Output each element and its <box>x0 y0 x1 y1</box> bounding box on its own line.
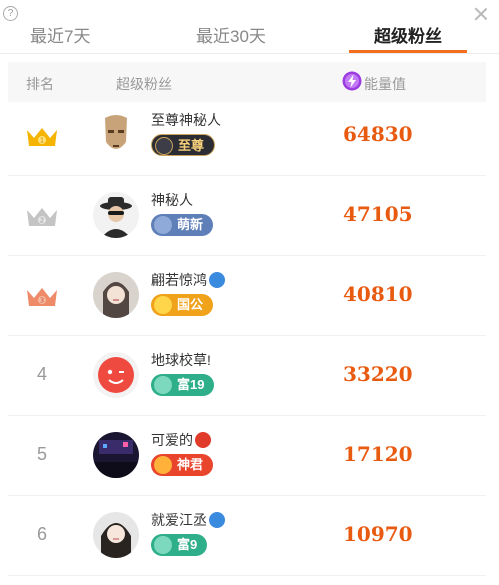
badge-label: 萌新 <box>177 217 204 232</box>
active-tab-indicator <box>349 50 467 53</box>
level-badge: 至尊 <box>151 134 216 156</box>
badge-label: 国公 <box>177 297 204 312</box>
tab-7-days[interactable]: 最近7天 <box>30 22 90 47</box>
bronze-crown-icon: 3 <box>27 288 57 306</box>
apple-icon <box>195 432 211 448</box>
energy-bolt-icon <box>342 71 362 91</box>
avatar[interactable] <box>93 352 139 398</box>
fan-name-text: 可爱的 <box>151 432 193 448</box>
wave-icon <box>209 272 225 288</box>
level-badge: 富9 <box>151 534 208 556</box>
energy-score: 33220 <box>343 362 413 386</box>
level-badge-icon <box>154 456 172 474</box>
energy-score: 10970 <box>343 522 413 546</box>
gold-crown-icon: 1 <box>27 128 57 146</box>
wave-icon <box>209 512 225 528</box>
fan-name-text: 就爱江丞 <box>151 512 207 528</box>
energy-score: 17120 <box>343 442 413 466</box>
badge-label: 富19 <box>177 377 205 392</box>
level-badge: 神君 <box>151 454 214 476</box>
svg-text:3: 3 <box>40 297 44 305</box>
rank-number: 5 <box>36 444 47 464</box>
rank-number: 4 <box>36 364 47 384</box>
level-badge: 国公 <box>151 294 214 316</box>
rank-number: 6 <box>36 524 47 544</box>
table-row[interactable]: 5 可爱的 神君 17120 <box>8 416 486 496</box>
table-row[interactable]: 4 地球校草! 富19 33220 <box>8 336 486 416</box>
rank-column-header: 排名 <box>26 76 54 92</box>
level-badge-icon <box>154 296 172 314</box>
level-badge-icon <box>154 536 172 554</box>
table-row[interactable]: 1 至尊神秘人 至尊 64830 <box>8 96 486 176</box>
level-badge: 萌新 <box>151 214 214 236</box>
tab-bar: 最近7天 最近30天 超级粉丝 <box>0 14 499 54</box>
table-row[interactable]: 2 神秘人 萌新 47105 <box>8 176 486 256</box>
fan-name: 可爱的 <box>151 430 211 450</box>
badge-label: 至尊 <box>178 138 205 153</box>
avatar[interactable] <box>93 432 139 478</box>
energy-score: 47105 <box>343 202 413 226</box>
avatar[interactable] <box>93 112 139 158</box>
energy-score: 40810 <box>343 282 413 306</box>
tab-30-days[interactable]: 最近30天 <box>196 22 266 47</box>
fan-name: 神秘人 <box>151 192 193 208</box>
level-badge-icon <box>154 216 172 234</box>
fan-name: 就爱江丞 <box>151 510 225 530</box>
fan-name: 地球校草! <box>151 352 211 368</box>
fan-column-header: 超级粉丝 <box>116 76 172 92</box>
badge-label: 富9 <box>177 537 198 552</box>
fan-name: 至尊神秘人 <box>151 112 221 128</box>
tab-super-fans[interactable]: 超级粉丝 <box>374 22 442 47</box>
level-badge: 富19 <box>151 374 215 396</box>
badge-label: 神君 <box>177 457 204 472</box>
table-row[interactable]: 3 翩若惊鸿 国公 40810 <box>8 256 486 336</box>
energy-column-header: 能量值 <box>364 76 406 92</box>
level-badge-icon <box>154 376 172 394</box>
avatar[interactable] <box>93 192 139 238</box>
table-row[interactable]: 6 就爱江丞 富9 10970 <box>8 496 486 576</box>
energy-score: 64830 <box>343 122 413 146</box>
avatar[interactable] <box>93 512 139 558</box>
fan-name: 翩若惊鸿 <box>151 270 225 290</box>
avatar[interactable] <box>93 272 139 318</box>
fan-name-text: 翩若惊鸿 <box>151 272 207 288</box>
svg-text:2: 2 <box>40 217 44 225</box>
crown-badge-icon <box>155 137 173 155</box>
silver-crown-icon: 2 <box>27 208 57 226</box>
svg-text:1: 1 <box>40 137 44 145</box>
